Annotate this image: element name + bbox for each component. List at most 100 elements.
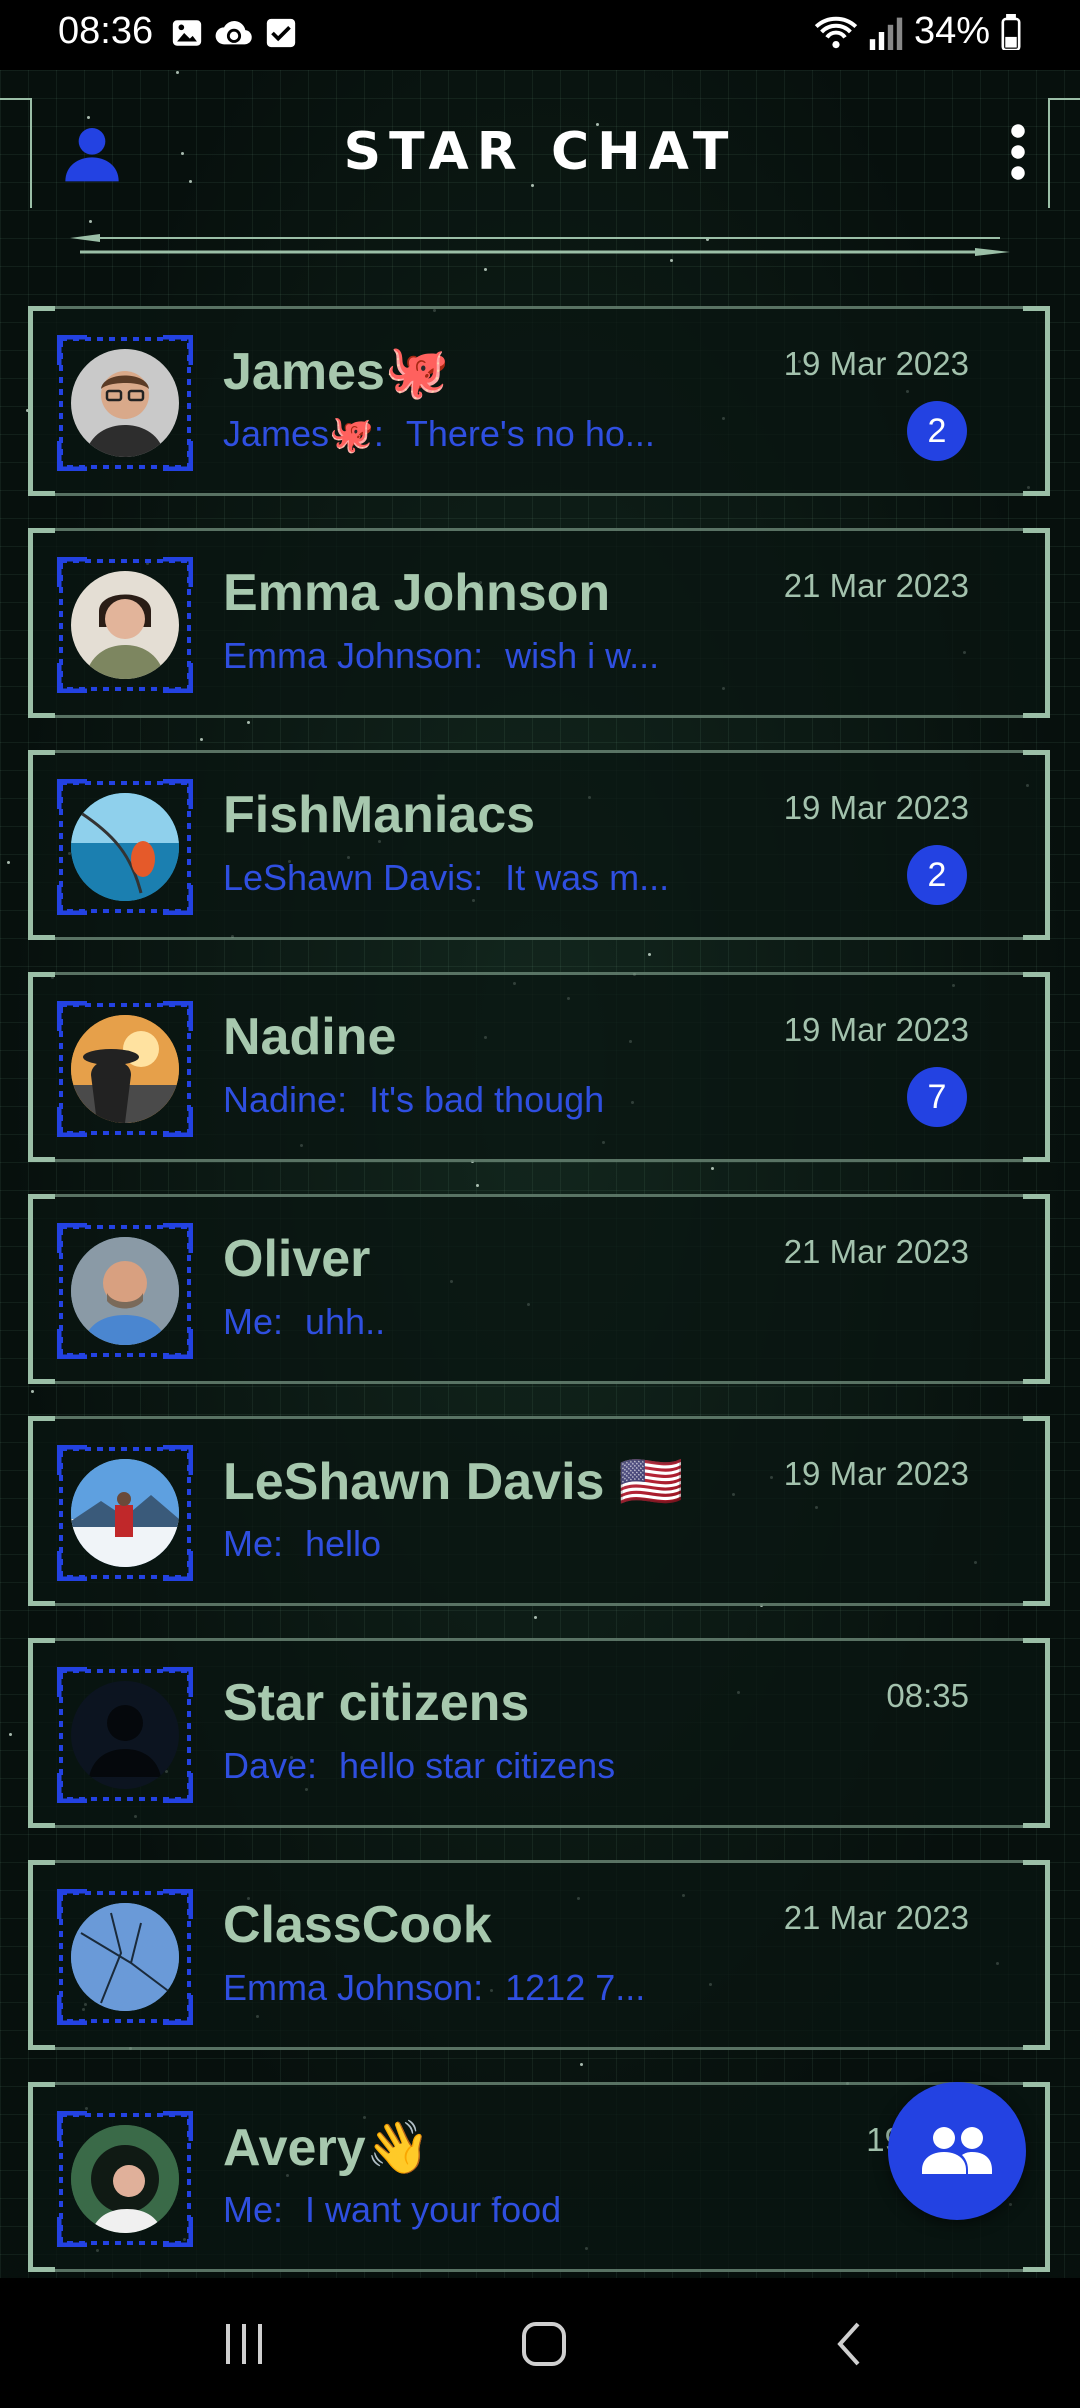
chat-item-leshawn-davis[interactable]: LeShawn Davis 🇺🇸 Me: hello 19 Mar 2023 xyxy=(28,1416,1050,1606)
avatar-photo xyxy=(85,371,165,457)
chat-date: 19 Mar 2023 xyxy=(783,345,969,382)
home-icon[interactable] xyxy=(520,2320,568,2368)
avatar xyxy=(71,349,179,457)
preview-sender: Dave: xyxy=(223,1745,318,1786)
preview-message: It's bad though xyxy=(369,1079,605,1120)
unread-badge: 2 xyxy=(907,401,967,461)
avatar-photo xyxy=(71,2125,179,2233)
star-dot xyxy=(247,721,250,724)
back-icon[interactable] xyxy=(826,2320,874,2368)
star-dot xyxy=(31,1390,34,1393)
status-bar: 08:36 34% xyxy=(0,0,1080,70)
star-dot xyxy=(9,1733,12,1736)
chat-name: Nadine xyxy=(223,1008,397,1066)
chat-preview: Nadine: It's bad though xyxy=(223,1079,604,1121)
avatar-photo xyxy=(71,1237,179,1345)
header-divider xyxy=(70,234,1010,256)
cloud-sync-icon xyxy=(215,21,252,45)
chat-item-nadine[interactable]: Nadine Nadine: It's bad though 19 Mar 202… xyxy=(28,972,1050,1162)
app-title: STAR CHAT xyxy=(343,122,737,182)
preview-message: wish i w... xyxy=(505,635,660,676)
chat-preview: Emma Johnson: wish i w... xyxy=(223,635,659,677)
status-right: 34% xyxy=(814,10,1022,53)
preview-sender: Me: xyxy=(223,1523,284,1564)
chat-item-emma-johnson[interactable]: Emma Johnson Emma Johnson: wish i w... 21… xyxy=(28,528,1050,718)
star-dot xyxy=(476,1184,479,1187)
star-dot xyxy=(648,953,651,956)
avatar xyxy=(71,1903,179,2011)
chat-name: Avery👋 xyxy=(223,2119,431,2177)
star-dot xyxy=(580,2063,583,2066)
preview-message: hello xyxy=(305,1523,382,1564)
unread-badge: 2 xyxy=(907,845,967,905)
chat-date: 19 Mar 2023 xyxy=(783,1011,969,1048)
status-time: 08:36 xyxy=(58,10,154,52)
chat-date: 19 Mar 2023 xyxy=(783,1455,969,1492)
preview-message: I want your food xyxy=(305,2189,562,2230)
avatar-photo xyxy=(71,793,179,901)
group-icon xyxy=(922,2127,992,2174)
recent-apps-icon[interactable] xyxy=(220,2320,268,2368)
signal-icon xyxy=(869,17,903,50)
chat-preview: James🐙: There's no ho... xyxy=(223,413,655,455)
preview-sender: Me: xyxy=(223,1301,284,1342)
chat-item-oliver[interactable]: Oliver Me: uhh.. 21 Mar 2023 xyxy=(28,1194,1050,1384)
avatar xyxy=(71,2125,179,2233)
avatar xyxy=(71,1015,179,1123)
chat-preview: Me: hello xyxy=(223,1523,381,1565)
chat-name: Star citizens xyxy=(223,1674,530,1732)
avatar xyxy=(71,1681,179,1789)
avatar xyxy=(71,1459,179,1567)
chat-item-star-citizens[interactable]: Star citizens Dave: hello star citizens 0… xyxy=(28,1638,1050,1828)
avatar-photo xyxy=(71,1015,179,1123)
chat-date: 08:35 xyxy=(886,1677,969,1714)
star-dot xyxy=(534,1616,537,1619)
preview-message: There's no ho... xyxy=(405,413,655,454)
gallery-icon xyxy=(172,20,202,46)
avatar xyxy=(71,1237,179,1345)
avatar-photo xyxy=(71,1459,179,1567)
chat-item-fishmaniacs[interactable]: FishManiacs LeShawn Davis: It was m... 19… xyxy=(28,750,1050,940)
star-dot xyxy=(7,861,10,864)
chat-item-james[interactable]: James🐙 James🐙: There's no ho... 19 Mar 20… xyxy=(28,306,1050,496)
preview-sender: Emma Johnson: xyxy=(223,635,484,676)
battery-percent: 34% xyxy=(913,10,990,52)
preview-message: 1212 7... xyxy=(505,1967,646,2008)
preview-message: It was m... xyxy=(505,857,670,898)
chat-date: 21 Mar 2023 xyxy=(783,567,969,604)
chat-date: 19 Mar 2023 xyxy=(783,789,969,826)
unread-badge: 7 xyxy=(907,1067,967,1127)
chat-date: 21 Mar 2023 xyxy=(783,1899,969,1936)
preview-message: hello star citizens xyxy=(339,1745,616,1786)
chat-name: Oliver xyxy=(223,1230,371,1288)
new-group-button[interactable] xyxy=(888,2082,1026,2220)
star-dot xyxy=(711,1167,714,1170)
avatar-photo xyxy=(85,594,165,679)
preview-sender: James🐙: xyxy=(223,413,384,454)
star-dot xyxy=(200,738,203,741)
app-header: STAR CHAT xyxy=(0,70,1080,270)
chat-name: ClassCook xyxy=(223,1896,492,1954)
chat-date: 21 Mar 2023 xyxy=(783,1233,969,1270)
group-placeholder-icon xyxy=(89,1705,161,1777)
preview-sender: Nadine: xyxy=(223,1079,348,1120)
preview-sender: LeShawn Davis: xyxy=(223,857,484,898)
chat-preview: Emma Johnson: 1212 7... xyxy=(223,1967,645,2009)
avatar-photo xyxy=(71,1903,179,2011)
avatar xyxy=(71,793,179,901)
more-vert-icon[interactable] xyxy=(1000,122,1036,182)
chat-item-classcook[interactable]: ClassCook Emma Johnson: 1212 7... 21 Mar … xyxy=(28,1860,1050,2050)
chat-name: LeShawn Davis 🇺🇸 xyxy=(223,1453,684,1511)
chat-preview: Dave: hello star citizens xyxy=(223,1745,615,1787)
chat-name: Emma Johnson xyxy=(223,564,611,622)
chat-preview: Me: uhh.. xyxy=(223,1301,385,1343)
battery-icon xyxy=(1001,13,1021,50)
checkbox-icon xyxy=(266,18,296,48)
preview-message: uhh.. xyxy=(305,1301,386,1342)
chat-preview: Me: I want your food xyxy=(223,2189,561,2231)
chat-name: James🐙 xyxy=(223,343,450,401)
chat-name: FishManiacs xyxy=(223,786,536,844)
preview-sender: Emma Johnson: xyxy=(223,1967,484,2008)
system-nav-bar xyxy=(0,2278,1080,2408)
chat-preview: LeShawn Davis: It was m... xyxy=(223,857,669,899)
